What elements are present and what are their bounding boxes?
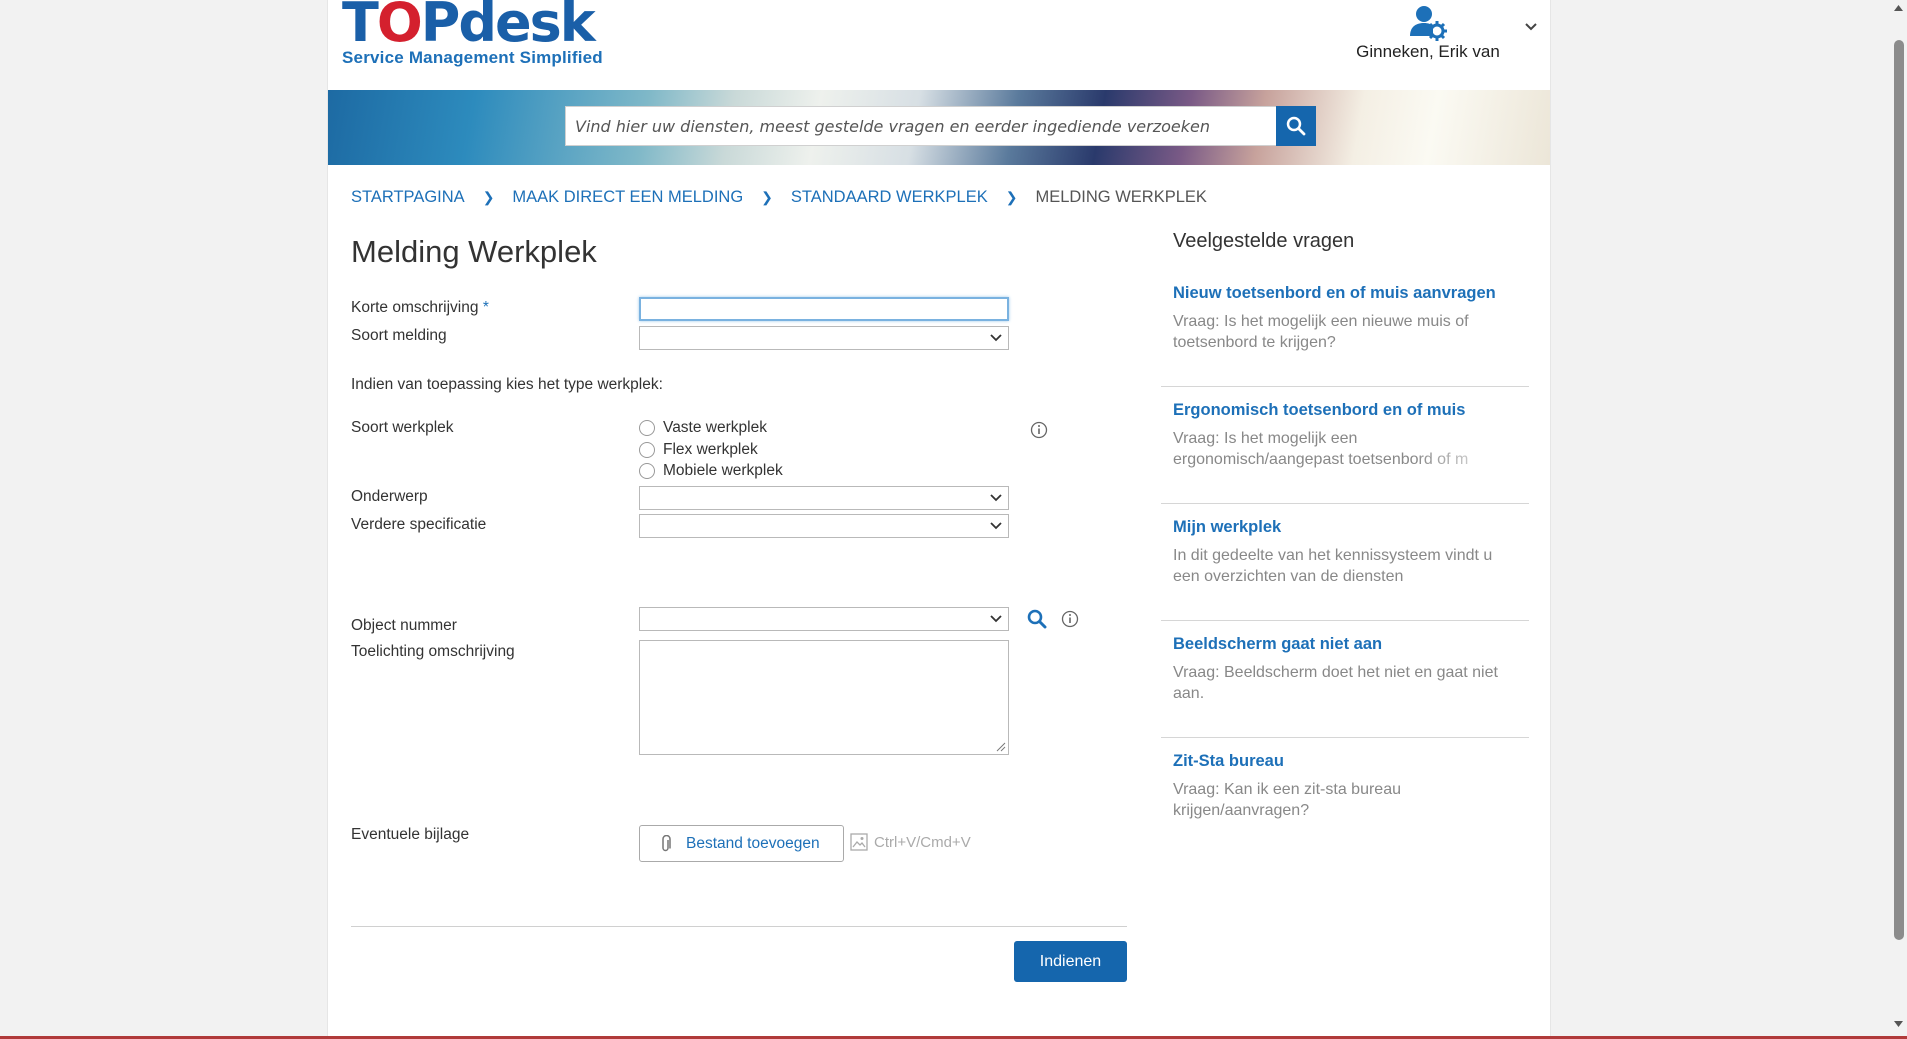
onderwerp-label: Onderwerp — [351, 488, 428, 505]
toelichting-textarea[interactable] — [639, 640, 1009, 755]
korte-omschrijving-label: Korte omschrijving * — [351, 299, 489, 316]
radio-button[interactable] — [639, 420, 655, 436]
search-icon[interactable] — [1027, 609, 1047, 629]
scroll-down-icon[interactable] — [1893, 1020, 1904, 1028]
scroll-thumb[interactable] — [1894, 40, 1904, 940]
radio-label: Vaste werkplek — [663, 419, 767, 436]
soort-werkplek-label: Soort werkplek — [351, 419, 454, 436]
korte-omschrijving-input[interactable] — [639, 297, 1009, 321]
add-file-label: Bestand toevoegen — [686, 834, 820, 852]
page-title: Melding Werkplek — [351, 234, 597, 269]
breadcrumb-startpagina[interactable]: STARTPAGINA — [351, 188, 465, 207]
search-icon — [1286, 116, 1306, 136]
breadcrumb-separator: ❯ — [1005, 189, 1018, 205]
faq-item[interactable]: Nieuw toetsenbord en of muis aanvragen V… — [1161, 270, 1529, 387]
user-name: Ginneken, Erik van — [1356, 42, 1500, 61]
radio-vaste-werkplek[interactable]: Vaste werkplek — [639, 419, 767, 437]
faq-item[interactable]: Ergonomisch toetsenbord en of muis Vraag… — [1161, 387, 1529, 504]
divider — [351, 926, 1127, 927]
bijlage-label: Eventuele bijlage — [351, 826, 470, 843]
page-container: TOPdesk Service Management Simplified Gi… — [327, 0, 1551, 1039]
required-marker: * — [482, 299, 489, 316]
toelichting-label: Toelichting omschrijving — [351, 643, 515, 660]
logo-subtitle: Service Management Simplified — [342, 48, 603, 67]
faq-item[interactable]: Mijn werkplek In dit gedeelte van het ke… — [1161, 504, 1529, 621]
faq-item[interactable]: Zit-Sta bureau Vraag: Kan ik een zit-sta… — [1161, 738, 1529, 855]
object-nummer-label: Object nummer — [351, 617, 457, 634]
breadcrumb: STARTPAGINA ❯ MAAK DIRECT EEN MELDING ❯ … — [351, 188, 1207, 207]
chevron-down-icon[interactable] — [1524, 22, 1538, 32]
topdesk-logo[interactable]: TOPdesk Service Management Simplified — [342, 0, 603, 68]
faq-answer: Vraag: Kan ik een zit-sta bureau krijgen… — [1173, 781, 1401, 819]
chevron-down-icon — [990, 494, 1002, 502]
radio-label: Mobiele werkplek — [663, 462, 783, 479]
info-icon[interactable] — [1061, 610, 1079, 628]
scroll-up-icon[interactable] — [1893, 4, 1904, 12]
user-menu[interactable]: Ginneken, Erik van — [1348, 2, 1508, 62]
search-button[interactable] — [1276, 106, 1316, 146]
radio-label: Flex werkplek — [663, 441, 758, 458]
onderwerp-select[interactable] — [639, 486, 1009, 510]
header: TOPdesk Service Management Simplified Gi… — [328, 0, 1550, 90]
search-banner — [328, 90, 1550, 165]
chevron-down-icon — [990, 522, 1002, 530]
submit-button[interactable]: Indienen — [1014, 941, 1127, 982]
search-box — [565, 106, 1277, 146]
faq-answer: Vraag: Is het mogelijk een ergonomisch/a… — [1173, 430, 1469, 468]
radio-mobiele-werkplek[interactable]: Mobiele werkplek — [639, 462, 783, 480]
faq-question[interactable]: Beeldscherm gaat niet aan — [1173, 635, 1517, 654]
paste-hint-text: Ctrl+V/Cmd+V — [874, 833, 971, 851]
verdere-specificatie-label: Verdere specificatie — [351, 516, 487, 533]
breadcrumb-current: MELDING WERKPLEK — [1035, 188, 1207, 206]
radio-flex-werkplek[interactable]: Flex werkplek — [639, 441, 758, 459]
soort-melding-select[interactable] — [639, 326, 1009, 350]
paste-hint: Ctrl+V/Cmd+V — [850, 833, 971, 851]
info-icon[interactable] — [1030, 421, 1048, 439]
type-werkplek-hint: Indien van toepassing kies het type werk… — [351, 376, 663, 393]
soort-melding-label: Soort melding — [351, 327, 447, 344]
user-settings-icon — [1410, 6, 1447, 41]
image-icon — [850, 833, 868, 851]
breadcrumb-separator: ❯ — [482, 189, 495, 205]
logo-wordmark: TOPdesk — [342, 0, 596, 54]
radio-button[interactable] — [639, 463, 655, 479]
chevron-down-icon — [990, 615, 1002, 623]
search-input[interactable] — [566, 107, 1276, 145]
faq-answer: Vraag: Beeldscherm doet het niet en gaat… — [1173, 664, 1498, 702]
faq-question[interactable]: Nieuw toetsenbord en of muis aanvragen — [1173, 284, 1517, 303]
verdere-specificatie-select[interactable] — [639, 514, 1009, 538]
faq-title: Veelgestelde vragen — [1173, 230, 1355, 252]
faq-panel: Veelgestelde vragen Nieuw toetsenbord en… — [1161, 230, 1529, 855]
faq-item[interactable]: Beeldscherm gaat niet aan Vraag: Beeldsc… — [1161, 621, 1529, 738]
breadcrumb-separator: ❯ — [761, 189, 773, 205]
faq-answer: Vraag: Is het mogelijk een nieuwe muis o… — [1173, 313, 1469, 351]
object-nummer-select[interactable] — [639, 607, 1009, 631]
faq-question[interactable]: Ergonomisch toetsenbord en of muis — [1173, 401, 1517, 420]
radio-button[interactable] — [639, 442, 655, 458]
faq-question[interactable]: Mijn werkplek — [1173, 518, 1517, 537]
paperclip-icon — [662, 834, 671, 851]
add-file-button[interactable]: Bestand toevoegen — [639, 825, 844, 862]
chevron-down-icon — [990, 334, 1002, 342]
faq-answer: In dit gedeelte van het kennissysteem vi… — [1173, 547, 1493, 585]
breadcrumb-standaard-werkplek[interactable]: STANDAARD WERKPLEK — [791, 188, 988, 207]
faq-question[interactable]: Zit-Sta bureau — [1173, 752, 1517, 771]
vertical-scrollbar[interactable] — [1890, 0, 1907, 1039]
breadcrumb-maak-direct-een-melding[interactable]: MAAK DIRECT EEN MELDING — [512, 188, 743, 207]
resize-grip-icon[interactable] — [996, 742, 1006, 752]
